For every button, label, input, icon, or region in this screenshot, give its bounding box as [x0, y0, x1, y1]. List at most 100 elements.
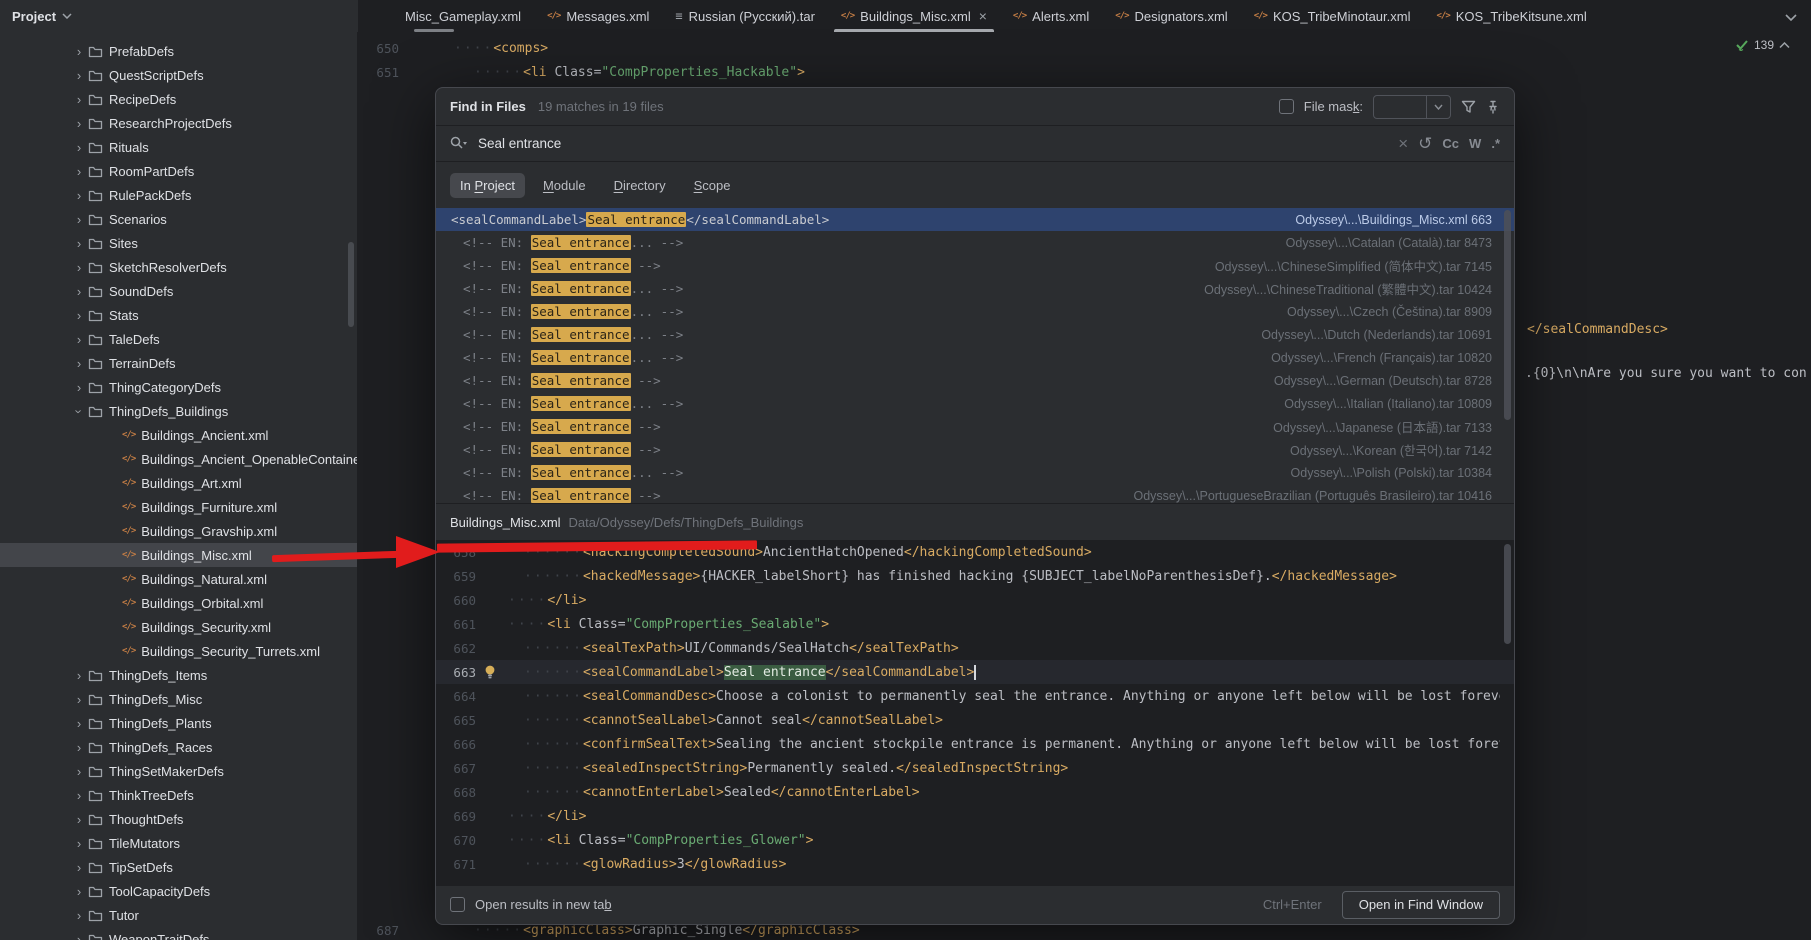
tree-item-scenarios[interactable]: ›Scenarios: [0, 207, 358, 231]
tree-item-toolcapacitydefs[interactable]: ›ToolCapacityDefs: [0, 879, 358, 903]
chevron-collapsed-icon[interactable]: ›: [72, 44, 86, 59]
pin-icon[interactable]: [1486, 100, 1500, 114]
result-row[interactable]: <!-- EN: Seal entrance -->Odyssey\...\Ge…: [436, 369, 1514, 392]
tree-item-prefabdefs[interactable]: ›PrefabDefs: [0, 39, 358, 63]
tree-item-thingdefs-buildings[interactable]: ›ThingDefs_Buildings: [0, 399, 358, 423]
tree-item-sites[interactable]: ›Sites: [0, 231, 358, 255]
result-row[interactable]: <!-- EN: Seal entrance -->Odyssey\...\Ch…: [436, 254, 1514, 277]
preview-line[interactable]: 671······<glowRadius>3</glowRadius>: [436, 852, 1514, 876]
tree-item-questscriptdefs[interactable]: ›QuestScriptDefs: [0, 63, 358, 87]
tab-designators-xml[interactable]: </>Designators.xml: [1102, 0, 1240, 32]
preview-line[interactable]: 667······<sealedInspectString>Permanentl…: [436, 756, 1514, 780]
tree-item-terraindefs[interactable]: ›TerrainDefs: [0, 351, 358, 375]
result-row[interactable]: <!-- EN: Seal entrance... -->Odyssey\...…: [436, 231, 1514, 254]
tree-item-buildings-security-turrets-xml[interactable]: </>Buildings_Security_Turrets.xml: [0, 639, 358, 663]
tree-item-tipsetdefs[interactable]: ›TipSetDefs: [0, 855, 358, 879]
result-row[interactable]: <!-- EN: Seal entrance... -->Odyssey\...…: [436, 323, 1514, 346]
result-row[interactable]: <sealCommandLabel>Seal entrance</sealCom…: [436, 208, 1514, 231]
open-in-find-window-button[interactable]: Open in Find Window: [1342, 891, 1500, 919]
chevron-collapsed-icon[interactable]: ›: [72, 92, 86, 107]
chevron-collapsed-icon[interactable]: ›: [72, 908, 86, 923]
match-case-toggle[interactable]: Cc: [1442, 136, 1459, 151]
scope-module[interactable]: Module: [533, 173, 596, 198]
result-row[interactable]: <!-- EN: Seal entrance... -->Odyssey\...…: [436, 392, 1514, 415]
preview-line[interactable]: 662······<sealTexPath>UI/Commands/SealHa…: [436, 636, 1514, 660]
tree-item-thinktreedefs[interactable]: ›ThinkTreeDefs: [0, 783, 358, 807]
tab-kos-tribekitsune-xml[interactable]: </>KOS_TribeKitsune.xml: [1423, 0, 1599, 32]
search-input[interactable]: [478, 136, 1388, 151]
scope-in-project[interactable]: In Project: [450, 173, 525, 198]
tree-item-thoughtdefs[interactable]: ›ThoughtDefs: [0, 807, 358, 831]
tree-item-tutor[interactable]: ›Tutor: [0, 903, 358, 927]
tab-alerts-xml[interactable]: </>Alerts.xml: [1000, 0, 1102, 32]
tree-item-buildings-ancient-openablecontainers-xm[interactable]: </>Buildings_Ancient_OpenableContainers.…: [0, 447, 358, 471]
tree-item-researchprojectdefs[interactable]: ›ResearchProjectDefs: [0, 111, 358, 135]
preview-line[interactable]: 669····</li>: [436, 804, 1514, 828]
file-mask-combo[interactable]: [1373, 95, 1451, 119]
tree-item-thingdefs-races[interactable]: ›ThingDefs_Races: [0, 735, 358, 759]
preview-line[interactable]: 663······<sealCommandLabel>Seal entrance…: [436, 660, 1514, 684]
scope-directory[interactable]: Directory: [604, 173, 676, 198]
preview-line[interactable]: 666······<confirmSealText>Sealing the an…: [436, 732, 1514, 756]
chevron-collapsed-icon[interactable]: ›: [72, 932, 86, 940]
chevron-collapsed-icon[interactable]: ›: [72, 668, 86, 683]
result-row[interactable]: <!-- EN: Seal entrance... -->Odyssey\...…: [436, 346, 1514, 369]
tree-scrollbar[interactable]: [348, 242, 354, 327]
tree-item-weapontraitdefs[interactable]: ›WeaponTraitDefs: [0, 927, 358, 940]
chevron-collapsed-icon[interactable]: ›: [72, 788, 86, 803]
file-mask-checkbox[interactable]: [1279, 99, 1294, 114]
chevron-collapsed-icon[interactable]: ›: [72, 380, 86, 395]
preview-line[interactable]: 664······<sealCommandDesc>Choose a colon…: [436, 684, 1514, 708]
tree-item-stats[interactable]: ›Stats: [0, 303, 358, 327]
search-history-icon[interactable]: ↺: [1418, 134, 1432, 154]
filter-icon[interactable]: [1461, 100, 1476, 114]
result-row[interactable]: <!-- EN: Seal entrance -->Odyssey\...\Ko…: [436, 438, 1514, 461]
chevron-collapsed-icon[interactable]: ›: [72, 164, 86, 179]
preview-line[interactable]: 670····<li Class="CompProperties_Glower"…: [436, 828, 1514, 852]
preview-line[interactable]: 661····<li Class="CompProperties_Sealabl…: [436, 612, 1514, 636]
chevron-collapsed-icon[interactable]: ›: [72, 140, 86, 155]
chevron-collapsed-icon[interactable]: ›: [72, 716, 86, 731]
tree-item-rituals[interactable]: ›Rituals: [0, 135, 358, 159]
tree-item-thingdefs-plants[interactable]: ›ThingDefs_Plants: [0, 711, 358, 735]
scope-scope[interactable]: Scope: [684, 173, 741, 198]
chevron-down-icon[interactable]: [62, 13, 72, 19]
result-row[interactable]: <!-- EN: Seal entrance -->Odyssey\...\Po…: [436, 484, 1514, 503]
chevron-collapsed-icon[interactable]: ›: [72, 236, 86, 251]
tree-item-buildings-orbital-xml[interactable]: </>Buildings_Orbital.xml: [0, 591, 358, 615]
tree-item-buildings-furniture-xml[interactable]: </>Buildings_Furniture.xml: [0, 495, 358, 519]
preview-line[interactable]: 660····</li>: [436, 588, 1514, 612]
tab-messages-xml[interactable]: </>Messages.xml: [534, 0, 662, 32]
combo-chevron-icon[interactable]: [1426, 96, 1450, 118]
results-scrollbar[interactable]: [1504, 210, 1511, 420]
project-tool-window-header[interactable]: Project: [0, 0, 358, 32]
chevron-collapsed-icon[interactable]: ›: [72, 740, 86, 755]
chevron-collapsed-icon[interactable]: ›: [72, 692, 86, 707]
chevron-collapsed-icon[interactable]: ›: [72, 188, 86, 203]
tree-item-tilemutators[interactable]: ›TileMutators: [0, 831, 358, 855]
intention-bulb-icon[interactable]: [484, 664, 496, 684]
result-row[interactable]: <!-- EN: Seal entrance... -->Odyssey\...…: [436, 461, 1514, 484]
tab-kos-tribeminotaur-xml[interactable]: </>KOS_TribeMinotaur.xml: [1241, 0, 1424, 32]
tree-item-roompartdefs[interactable]: ›RoomPartDefs: [0, 159, 358, 183]
chevron-collapsed-icon[interactable]: ›: [72, 812, 86, 827]
tree-item-buildings-gravship-xml[interactable]: </>Buildings_Gravship.xml: [0, 519, 358, 543]
tree-item-rulepackdefs[interactable]: ›RulePackDefs: [0, 183, 358, 207]
result-row[interactable]: <!-- EN: Seal entrance... -->Odyssey\...…: [436, 300, 1514, 323]
chevron-collapsed-icon[interactable]: ›: [72, 764, 86, 779]
open-in-new-tab-checkbox[interactable]: [450, 897, 465, 912]
tab-russian-tar[interactable]: ≡Russian (Русский).tar: [662, 0, 828, 32]
chevron-collapsed-icon[interactable]: ›: [72, 68, 86, 83]
tab-overflow-chevron-icon[interactable]: [1785, 9, 1797, 27]
chevron-collapsed-icon[interactable]: ›: [72, 356, 86, 371]
preview-line[interactable]: 668······<cannotEnterLabel>Sealed</canno…: [436, 780, 1514, 804]
tree-item-buildings-security-xml[interactable]: </>Buildings_Security.xml: [0, 615, 358, 639]
chevron-collapsed-icon[interactable]: ›: [72, 284, 86, 299]
dialog-header[interactable]: Find in Files 19 matches in 19 files Fil…: [436, 88, 1514, 125]
tree-item-thingsetmakerdefs[interactable]: ›ThingSetMakerDefs: [0, 759, 358, 783]
result-row[interactable]: <!-- EN: Seal entrance -->Odyssey\...\Ja…: [436, 415, 1514, 438]
chevron-collapsed-icon[interactable]: ›: [72, 860, 86, 875]
tab-buildings-misc-xml[interactable]: </>Buildings_Misc.xml×: [828, 0, 1000, 32]
chevron-collapsed-icon[interactable]: ›: [72, 836, 86, 851]
tree-item-sounddefs[interactable]: ›SoundDefs: [0, 279, 358, 303]
